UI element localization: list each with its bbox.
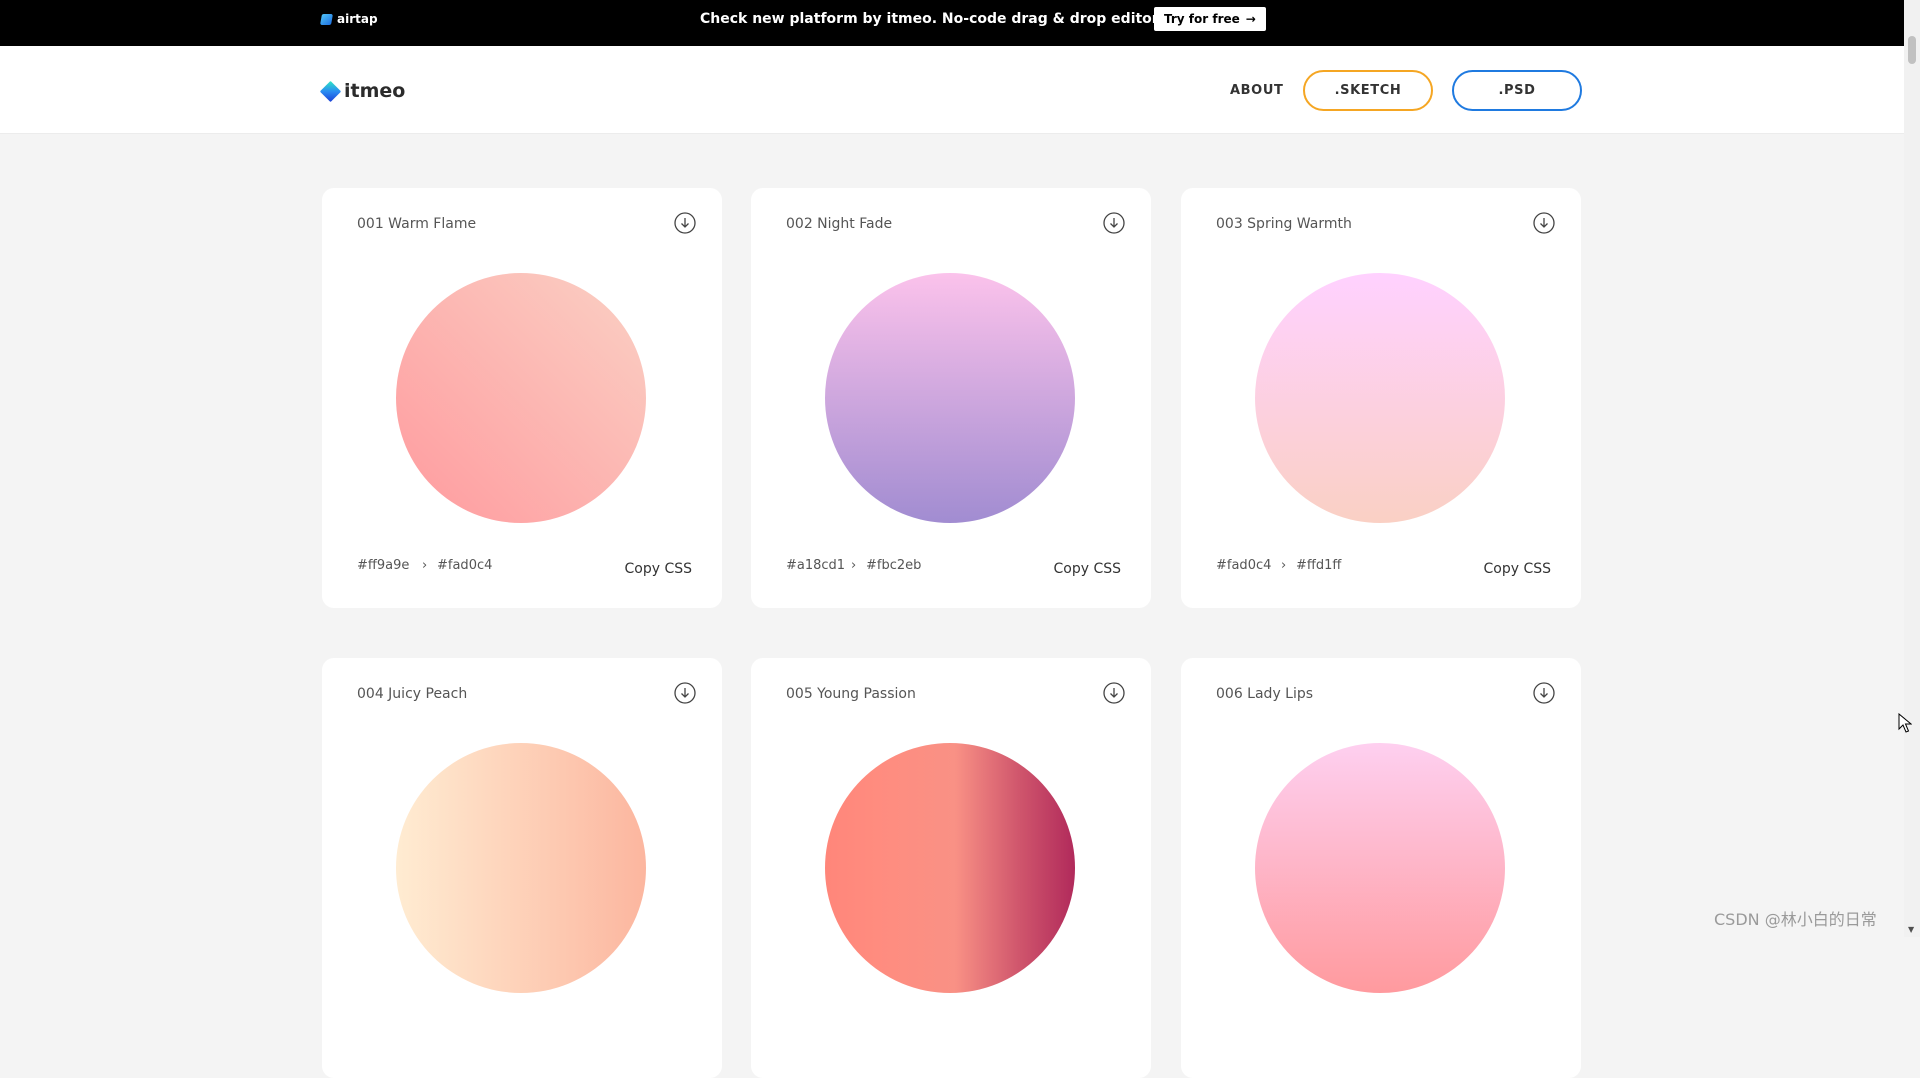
gradient-title: 003 Spring Warmth — [1216, 216, 1352, 232]
page-scrollbar[interactable]: ▼ — [1904, 0, 1920, 937]
gradient-title: 004 Juicy Peach — [357, 686, 468, 702]
copy-css-button[interactable]: Copy CSS — [1483, 561, 1551, 577]
gradient-swatch — [825, 743, 1075, 993]
airtap-label: airtap — [337, 12, 378, 26]
chevron-right-icon: › — [422, 558, 428, 573]
promo-bar: airtap Check new platform by itmeo. No-c… — [0, 0, 1904, 46]
color-from: #a18cd1 — [786, 558, 846, 573]
color-to: #fbc2eb — [866, 558, 922, 573]
gradient-swatch — [1255, 743, 1505, 993]
chevron-right-icon: › — [851, 558, 857, 573]
gradient-title: 006 Lady Lips — [1216, 686, 1314, 702]
gradient-title: 005 Young Passion — [786, 686, 916, 702]
gradient-card-night-fade: 002 Night Fade #a18cd1 › #fbc2eb Copy CS… — [751, 188, 1151, 608]
gradient-title: 002 Night Fade — [786, 216, 893, 232]
gradient-card-juicy-peach: 004 Juicy Peach — [322, 658, 722, 1078]
color-to: #ffd1ff — [1296, 558, 1342, 573]
download-icon[interactable] — [1533, 212, 1555, 234]
csdn-watermark: CSDN @林小白的日常 — [1714, 910, 1877, 929]
download-icon[interactable] — [1533, 682, 1555, 704]
gradient-title: 001 Warm Flame — [357, 216, 477, 232]
try-for-free-label: Try for free — [1164, 12, 1240, 26]
nav-about-link[interactable]: ABOUT — [1230, 83, 1283, 98]
gradient-card-spring-warmth: 003 Spring Warmth #fad0c4 › #ffd1ff Copy… — [1181, 188, 1581, 608]
color-to: #fad0c4 — [437, 558, 493, 573]
mouse-cursor-icon — [1898, 713, 1912, 733]
airtap-logo[interactable]: airtap — [320, 12, 378, 26]
copy-css-button[interactable]: Copy CSS — [624, 561, 692, 577]
gradient-swatch — [396, 743, 646, 993]
gradient-swatch — [825, 273, 1075, 523]
gradient-card-warm-flame: 001 Warm Flame #ff9a9e › #fad0c4 Copy CS… — [322, 188, 722, 608]
sketch-download-button[interactable]: .SKETCH — [1303, 70, 1433, 111]
try-for-free-button[interactable]: Try for free → — [1154, 7, 1266, 31]
download-icon[interactable] — [674, 682, 696, 704]
arrow-right-icon: → — [1245, 12, 1256, 26]
site-header: itmeo ABOUT .SKETCH .PSD — [0, 46, 1904, 134]
download-icon[interactable] — [1103, 682, 1125, 704]
gradient-card-young-passion: 005 Young Passion — [751, 658, 1151, 1078]
gradient-card-lady-lips: 006 Lady Lips — [1181, 658, 1581, 1078]
psd-download-button[interactable]: .PSD — [1452, 70, 1582, 111]
color-from: #ff9a9e — [357, 558, 410, 573]
brand-name: itmeo — [344, 80, 406, 102]
itmeo-logo[interactable]: itmeo — [319, 80, 406, 102]
gradient-swatch — [1255, 273, 1505, 523]
download-icon[interactable] — [674, 212, 696, 234]
gradient-swatch — [396, 273, 646, 523]
airtap-icon — [320, 13, 333, 25]
chevron-right-icon: › — [1281, 558, 1287, 573]
scrollbar-thumb[interactable] — [1908, 36, 1916, 64]
copy-css-button[interactable]: Copy CSS — [1053, 561, 1121, 577]
scroll-down-arrow-icon[interactable]: ▼ — [1908, 925, 1914, 934]
download-icon[interactable] — [1103, 212, 1125, 234]
itmeo-diamond-icon — [319, 80, 342, 102]
color-from: #fad0c4 — [1216, 558, 1272, 573]
